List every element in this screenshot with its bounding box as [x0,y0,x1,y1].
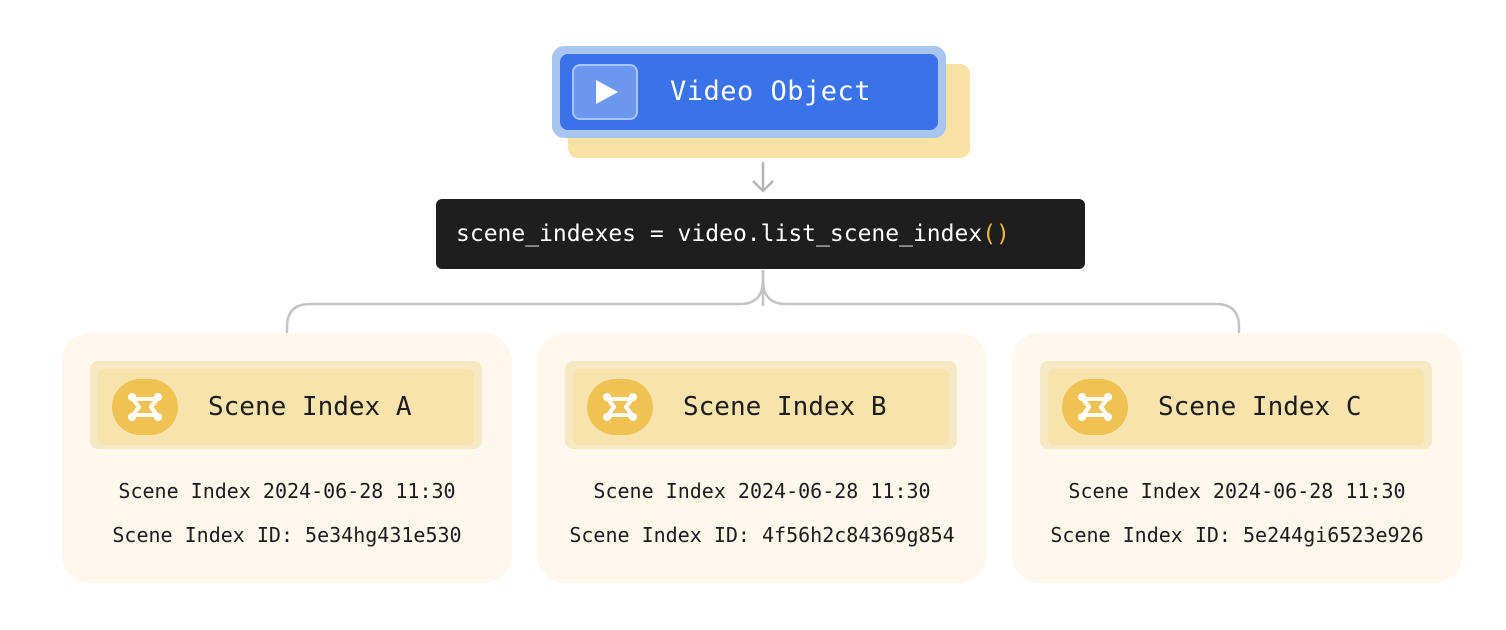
scene-index-id: Scene Index ID: 4f56h2c84369g854 [569,523,955,547]
branch-left [285,270,765,333]
scene-index-icon [1062,379,1128,435]
code-snippet: scene_indexes = video.list_scene_index() [436,199,1085,269]
scene-index-timestamp: Scene Index 2024-06-28 11:30 [1068,479,1406,503]
scene-index-id: Scene Index ID: 5e34hg431e530 [112,523,462,547]
diagram: Video Object scene_indexes = video.list_… [0,0,1506,630]
scene-index-card-c: Scene Index C Scene Index 2024-06-28 11:… [1012,333,1462,583]
scene-index-id: Scene Index ID: 5e244gi6523e926 [1050,523,1424,547]
video-object-label: Video Object [670,76,872,107]
code-text: scene_indexes = video.list_scene_index [456,221,983,247]
scene-index-card-b: Scene Index B Scene Index 2024-06-28 11:… [537,333,987,583]
scene-index-header: Scene Index B [573,369,949,445]
scene-index-title: Scene Index C [1158,392,1362,422]
scene-index-card-a: Scene Index A Scene Index 2024-06-28 11:… [62,333,512,583]
branch-right [761,270,1241,333]
scene-index-timestamp: Scene Index 2024-06-28 11:30 [593,479,931,503]
code-parens: () [982,221,1010,247]
video-object-node: Video Object [552,46,972,160]
scene-index-title: Scene Index B [683,392,887,422]
scene-index-icon [112,379,178,435]
video-object-card: Video Object [560,54,938,130]
scene-index-header: Scene Index C [1048,369,1424,445]
play-icon [572,64,638,120]
scene-index-title: Scene Index A [208,392,412,422]
scene-index-timestamp: Scene Index 2024-06-28 11:30 [118,479,456,503]
scene-index-icon [587,379,653,435]
scene-index-header: Scene Index A [98,369,474,445]
